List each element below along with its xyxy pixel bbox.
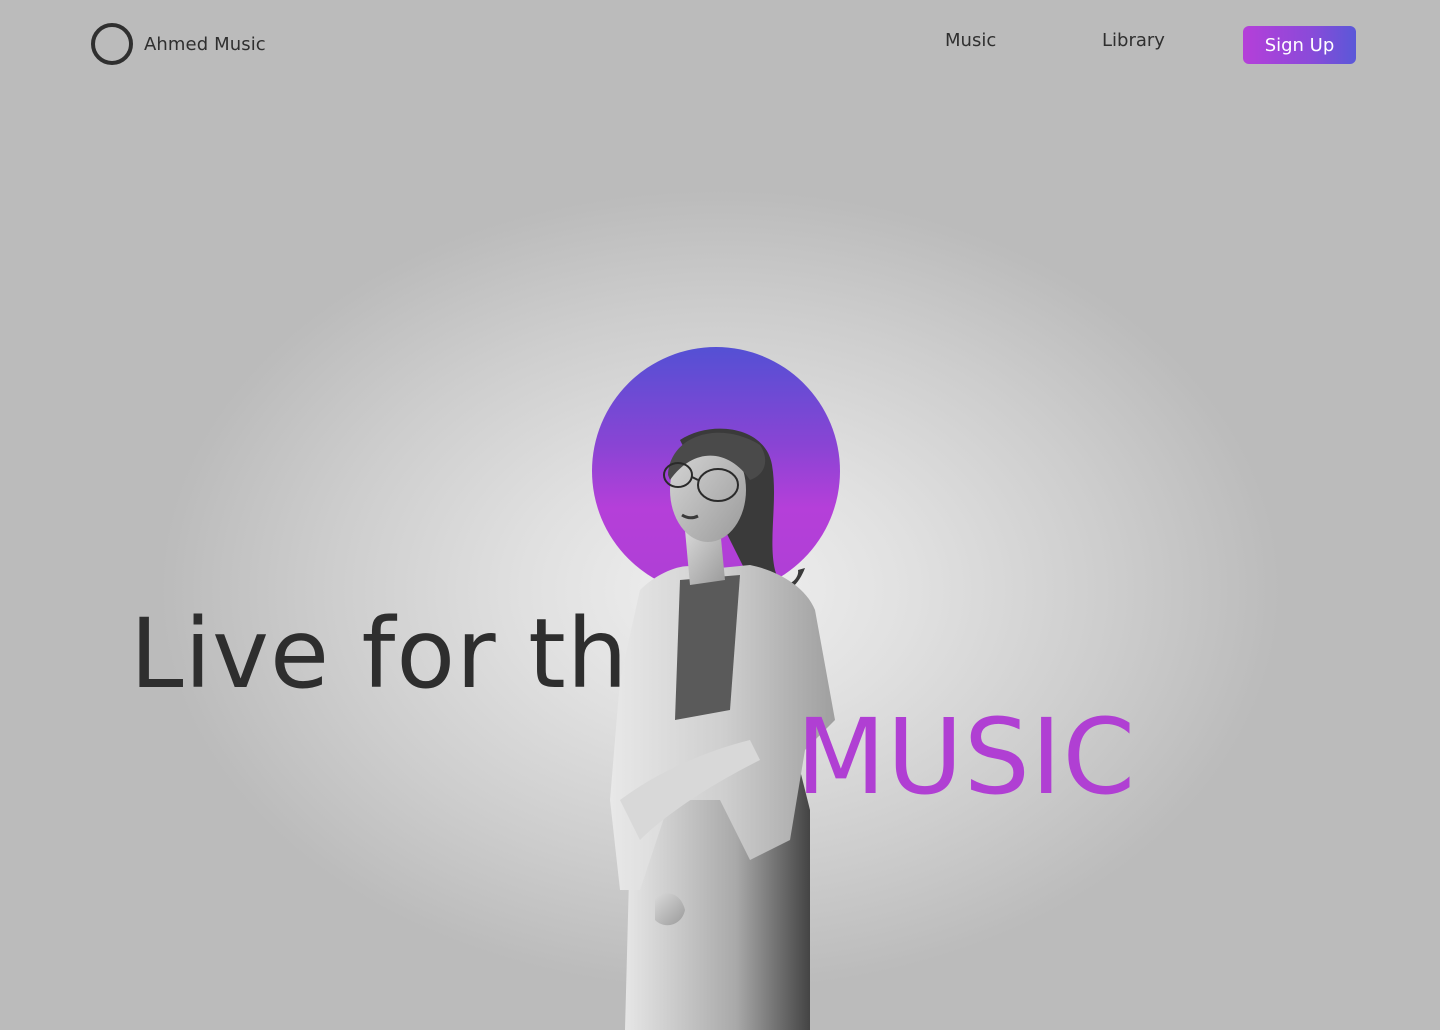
top-navbar: Ahmed Music Music Library Sign Up	[0, 0, 1440, 90]
nav-link-library[interactable]: Library	[1102, 30, 1165, 51]
circle-ring-icon	[91, 23, 133, 65]
sign-up-button[interactable]: Sign Up	[1243, 26, 1356, 64]
brand-name: Ahmed Music	[144, 33, 266, 55]
hero-headline-line2: MUSIC	[796, 696, 1137, 818]
brand-link[interactable]: Ahmed Music	[91, 23, 266, 65]
nav-link-music[interactable]: Music	[945, 30, 996, 51]
